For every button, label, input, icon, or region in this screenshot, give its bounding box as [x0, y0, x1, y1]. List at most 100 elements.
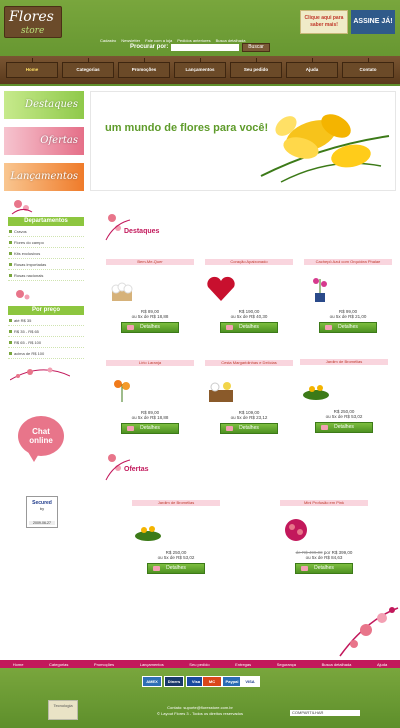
- dept-item-cravos[interactable]: Cravos: [8, 226, 84, 237]
- product-name[interactable]: Jardim de Bromélias: [300, 359, 388, 365]
- product-installments: ou 5x de R$ 18,88: [131, 314, 169, 319]
- chat-online-button[interactable]: Chat online: [18, 416, 64, 456]
- search-button[interactable]: Buscar: [242, 43, 270, 52]
- details-button[interactable]: Detalhes: [121, 423, 179, 434]
- search-label: Procurar por:: [130, 44, 169, 50]
- preco-item-3[interactable]: R$ 65 - R$ 100: [8, 337, 84, 348]
- product-installments: ou 5x de R$ 53,02: [325, 414, 363, 419]
- details-button[interactable]: Detalhes: [147, 563, 205, 574]
- assine-button[interactable]: ASSINE JÁ!: [351, 10, 395, 34]
- product-card: Lírio Laranja R$ 89,00 ou 5x de R$ 18,88…: [106, 360, 194, 446]
- preco-box: Por preço até R$ 35 R$ 35 - R$ 65 R$ 65 …: [8, 306, 84, 359]
- footer-link-seu-pedido[interactable]: Seu pedido: [189, 662, 209, 667]
- dept-item-rosas-nacionais[interactable]: Rosas nacionais: [8, 270, 84, 281]
- amex-icon: AMEX: [142, 676, 162, 687]
- orange-lily-icon[interactable]: [106, 376, 138, 404]
- preco-title: Por preço: [8, 306, 84, 315]
- product-name[interactable]: Cachepô Azul com Orquídea Phalae: [304, 259, 392, 265]
- preco-item-2[interactable]: R$ 35 - R$ 65: [8, 326, 84, 337]
- secured-seal[interactable]: Secured by 2009-06-27: [26, 496, 58, 528]
- details-button[interactable]: Detalhes: [319, 322, 377, 333]
- footer-copyright: © Layout Flores 3 - Todos os direitos re…: [156, 711, 244, 716]
- footer-link-home[interactable]: Home: [13, 662, 24, 667]
- banner-lancamentos[interactable]: Lançamentos: [4, 163, 84, 191]
- share-button[interactable]: COMPARTILHAR: [290, 710, 360, 716]
- product-name[interactable]: Jardim de Bromélias: [132, 500, 220, 506]
- gift-basket-icon[interactable]: [205, 376, 237, 404]
- product-name[interactable]: Cesta Margaridinhas e Delícias: [205, 360, 293, 366]
- product-card: Jardim de Bromélias R$ 250,00 ou 5x de R…: [300, 359, 388, 445]
- yellow-flowers-icon: [260, 114, 390, 183]
- footer-contact: Contato: suporte@floresstore.com.br: [167, 705, 233, 710]
- header: Flores store Clique aqui para saber mais…: [0, 0, 400, 86]
- floral-decoration-icon: [339, 607, 399, 657]
- nav-contato[interactable]: Contato: [342, 58, 394, 78]
- logo-line2: store: [21, 26, 45, 36]
- dept-item-kits[interactable]: Kits exclusivos: [8, 248, 84, 259]
- secured-date: 2009-06-27: [29, 521, 55, 525]
- logo-line1: Flores: [9, 9, 54, 25]
- nav-lancamentos[interactable]: Lançamentos: [174, 58, 226, 78]
- banner-ofertas[interactable]: Ofertas: [4, 127, 84, 155]
- floral-decoration-icon: [10, 367, 70, 381]
- nav-ajuda[interactable]: Ajuda: [286, 58, 338, 78]
- nav-promocoes[interactable]: Promoções: [118, 58, 170, 78]
- product-card: Mini Profusão em Pink de R$ 499,00 por R…: [280, 500, 368, 586]
- pink-roses-icon[interactable]: [280, 516, 312, 544]
- product-name[interactable]: Bem-Me-Quer: [106, 259, 194, 265]
- footer-link-busca[interactable]: Busca detalhada: [322, 662, 352, 667]
- product-installments: ou 5x de R$ 18,88: [131, 415, 169, 420]
- details-button[interactable]: Detalhes: [220, 423, 278, 434]
- top-links: Cadastro Newsletter Fale com a loja Pedi…: [100, 38, 245, 43]
- top-link-fale[interactable]: Fale com a loja: [145, 38, 172, 43]
- banner-destaques[interactable]: Destaques: [4, 91, 84, 119]
- nav-categorias[interactable]: Categorias: [62, 58, 114, 78]
- product-name[interactable]: Mini Profusão em Pink: [280, 500, 368, 506]
- top-link-busca[interactable]: Busca detalhada: [216, 38, 246, 43]
- heart-roses-icon[interactable]: [205, 275, 237, 303]
- details-button[interactable]: Detalhes: [295, 563, 353, 574]
- product-name[interactable]: Coração Apaixonado: [205, 259, 293, 265]
- diners-icon: Diners: [164, 676, 184, 687]
- dept-item-rosas-importadas[interactable]: Rosas importadas: [8, 259, 84, 270]
- product-installments: ou 5x de R$ 53,02: [157, 555, 195, 560]
- search-input[interactable]: [171, 44, 239, 51]
- footer-link-lancamentos[interactable]: Lançamentos: [140, 662, 164, 667]
- hero-banner[interactable]: um mundo de flores para você!: [90, 91, 396, 191]
- chat-line1: Chat: [32, 427, 50, 436]
- product-name[interactable]: Lírio Laranja: [106, 360, 194, 366]
- product-card: Bem-Me-Quer R$ 89,00 ou 5x de R$ 18,88 D…: [106, 259, 194, 345]
- dept-item-flores-campo[interactable]: Flores do campo: [8, 237, 84, 248]
- product-installments: ou 5x de R$ 23,12: [230, 415, 268, 420]
- flower-basket-icon[interactable]: [106, 275, 138, 303]
- footer-link-promocoes[interactable]: Promoções: [94, 662, 114, 667]
- top-link-cadastro[interactable]: Cadastro: [100, 38, 116, 43]
- orchid-pot-icon[interactable]: [304, 275, 336, 303]
- bromelia-garden-icon[interactable]: [300, 375, 332, 403]
- bromelia-garden-icon[interactable]: [132, 516, 164, 544]
- product-card: Cesta Margaridinhas e Delícias R$ 109,00…: [205, 360, 293, 446]
- footer: AMEX Diners Visa MC Paypal VISA Contato:…: [0, 668, 400, 728]
- chat-tail: [28, 452, 40, 462]
- nav-seu-pedido[interactable]: Seu pedido: [230, 58, 282, 78]
- top-link-pedidos[interactable]: Pedidos anteriores: [177, 38, 210, 43]
- tech-seal[interactable]: Tecnologia: [48, 700, 78, 720]
- visa-icon: VISA: [240, 676, 260, 687]
- nav-home[interactable]: Home: [6, 58, 58, 78]
- departamentos-box: Departamentos Cravos Flores do campo Kit…: [8, 217, 84, 281]
- footer-link-ajuda[interactable]: Ajuda: [377, 662, 387, 667]
- site-logo[interactable]: Flores store: [4, 6, 62, 38]
- mastercard-icon: MC: [202, 676, 222, 687]
- chat-line2: online: [29, 436, 53, 445]
- footer-link-seguranca[interactable]: Segurança: [277, 662, 296, 667]
- details-button[interactable]: Detalhes: [315, 422, 373, 433]
- preco-item-4[interactable]: acima de R$ 100: [8, 348, 84, 359]
- details-button[interactable]: Detalhes: [220, 322, 278, 333]
- footer-link-categorias[interactable]: Categorias: [49, 662, 68, 667]
- footer-nav: Home Categorias Promoções Lançamentos Se…: [0, 660, 400, 668]
- details-button[interactable]: Detalhes: [121, 322, 179, 333]
- promo-box[interactable]: Clique aqui para saber mais!: [300, 10, 348, 34]
- preco-item-1[interactable]: até R$ 35: [8, 315, 84, 326]
- top-link-newsletter[interactable]: Newsletter: [121, 38, 140, 43]
- footer-link-entregas[interactable]: Entregas: [235, 662, 251, 667]
